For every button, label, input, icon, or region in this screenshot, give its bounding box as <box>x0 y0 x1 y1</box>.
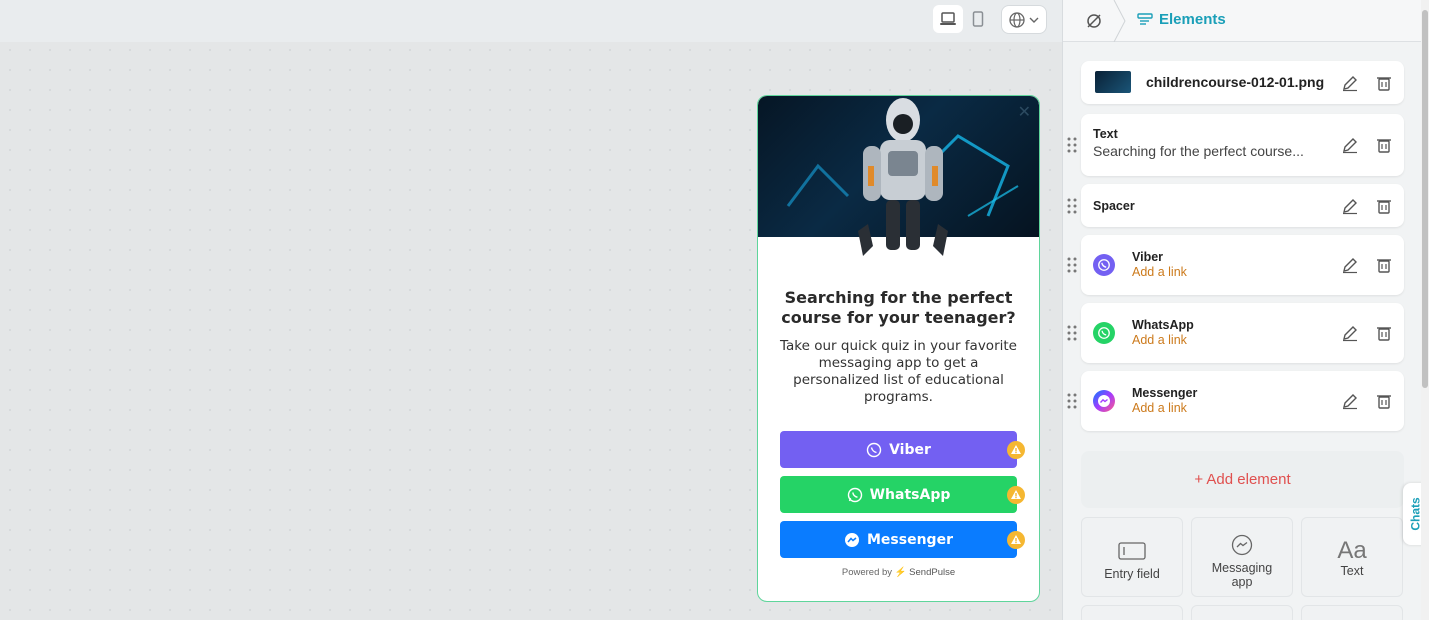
drag-handle-icon[interactable] <box>1067 325 1077 341</box>
edit-icon[interactable] <box>1341 197 1359 215</box>
palette-icon <box>1087 14 1101 28</box>
entry-field-icon <box>1118 542 1146 560</box>
viber-button-label: Viber <box>889 441 931 458</box>
trash-icon[interactable] <box>1375 392 1393 410</box>
desktop-icon <box>940 12 956 25</box>
edit-icon[interactable] <box>1341 256 1359 274</box>
panel-scrollbar[interactable] <box>1421 0 1429 620</box>
trash-icon[interactable] <box>1375 74 1393 92</box>
text-card-label: Text <box>1093 127 1118 141</box>
image-element-card[interactable]: childrencourse-012-01.png <box>1081 61 1404 104</box>
language-selector[interactable] <box>1001 5 1047 34</box>
messaging-app-label: Messaging app <box>1211 561 1273 589</box>
messenger-icon <box>1093 390 1115 412</box>
mobile-view-button[interactable] <box>963 5 993 33</box>
back-button[interactable] <box>1083 10 1105 32</box>
chevron-down-icon <box>1029 17 1039 23</box>
drag-handle-icon[interactable] <box>1067 198 1077 214</box>
viber-card-label: Viber <box>1132 250 1164 264</box>
elements-panel: Elements childrencourse-012-01.png Text … <box>1062 0 1429 620</box>
warning-icon <box>1007 531 1025 549</box>
trash-icon[interactable] <box>1375 256 1393 274</box>
text-tile[interactable]: Aa Text <box>1301 517 1403 597</box>
powered-by-text: Powered by <box>841 567 893 578</box>
widget-preview[interactable]: ✕ Searching for the perfect course for y… <box>757 95 1040 602</box>
whatsapp-icon <box>847 487 862 502</box>
brand-name: SendPulse <box>909 567 956 578</box>
element-tile[interactable] <box>1081 605 1183 620</box>
viber-icon <box>1093 254 1115 276</box>
add-element-button[interactable]: + Add element <box>1081 451 1404 508</box>
trash-icon[interactable] <box>1375 324 1393 342</box>
whatsapp-icon <box>1093 322 1115 344</box>
device-toggle <box>933 5 993 33</box>
element-tile[interactable] <box>1191 605 1293 620</box>
panel-header: Elements <box>1063 0 1423 42</box>
widget-title: Searching for the perfect course for you… <box>781 288 1016 327</box>
drag-handle-icon[interactable] <box>1067 257 1077 273</box>
breadcrumb-label: Elements <box>1159 11 1226 28</box>
messenger-element-card[interactable]: Messenger Add a link <box>1081 371 1404 431</box>
breadcrumb-separator <box>1113 0 1126 42</box>
trash-icon[interactable] <box>1375 197 1393 215</box>
drag-handle-icon[interactable] <box>1067 137 1077 153</box>
sendpulse-logo-icon: ⚡ <box>894 567 907 578</box>
canvas-toolbar <box>0 0 1062 42</box>
messenger-add-link[interactable]: Add a link <box>1132 401 1187 415</box>
messaging-app-tile[interactable]: Messaging app <box>1191 517 1293 597</box>
desktop-view-button[interactable] <box>933 5 963 33</box>
close-icon[interactable]: ✕ <box>1018 102 1031 122</box>
text-icon: Aa <box>1337 537 1367 564</box>
messenger-button[interactable]: Messenger <box>780 521 1017 558</box>
whatsapp-card-label: WhatsApp <box>1132 318 1194 332</box>
viber-add-link[interactable]: Add a link <box>1132 265 1187 279</box>
text-card-value: Searching for the perfect course... <box>1093 143 1304 159</box>
robot-figure <box>858 98 948 256</box>
trash-icon[interactable] <box>1375 136 1393 154</box>
scrollbar-thumb[interactable] <box>1422 10 1428 388</box>
edit-icon[interactable] <box>1341 136 1359 154</box>
element-tile[interactable] <box>1301 605 1403 620</box>
warning-icon <box>1007 441 1025 459</box>
whatsapp-button-label: WhatsApp <box>869 486 951 503</box>
edit-icon[interactable] <box>1341 392 1359 410</box>
whatsapp-button[interactable]: WhatsApp <box>780 476 1017 513</box>
whatsapp-add-link[interactable]: Add a link <box>1132 333 1187 347</box>
edit-icon[interactable] <box>1341 74 1359 92</box>
edit-icon[interactable] <box>1341 324 1359 342</box>
image-thumbnail <box>1095 71 1131 93</box>
drag-handle-icon[interactable] <box>1067 393 1077 409</box>
messaging-app-icon <box>1231 534 1253 556</box>
warning-icon <box>1007 486 1025 504</box>
powered-by: Powered by ⚡ SendPulse <box>758 567 1039 578</box>
elements-icon <box>1137 12 1153 25</box>
entry-field-tile[interactable]: Entry field <box>1081 517 1183 597</box>
mobile-icon <box>972 11 984 27</box>
viber-element-card[interactable]: Viber Add a link <box>1081 235 1404 295</box>
text-tile-label: Text <box>1340 564 1364 578</box>
text-element-card[interactable]: Text Searching for the perfect course... <box>1081 114 1404 176</box>
messenger-icon <box>845 532 859 547</box>
spacer-element-card[interactable]: Spacer <box>1081 184 1404 227</box>
viber-icon <box>866 442 882 457</box>
image-filename: childrencourse-012-01.png <box>1146 74 1325 90</box>
breadcrumb: Elements <box>1137 11 1226 28</box>
whatsapp-element-card[interactable]: WhatsApp Add a link <box>1081 303 1404 363</box>
globe-icon <box>1009 11 1025 28</box>
messenger-card-label: Messenger <box>1132 386 1198 400</box>
widget-description: Take our quick quiz in your favorite mes… <box>780 338 1017 405</box>
viber-button[interactable]: Viber <box>780 431 1017 468</box>
messenger-button-label: Messenger <box>867 531 953 548</box>
entry-field-label: Entry field <box>1104 567 1160 581</box>
spacer-card-label: Spacer <box>1093 199 1135 213</box>
